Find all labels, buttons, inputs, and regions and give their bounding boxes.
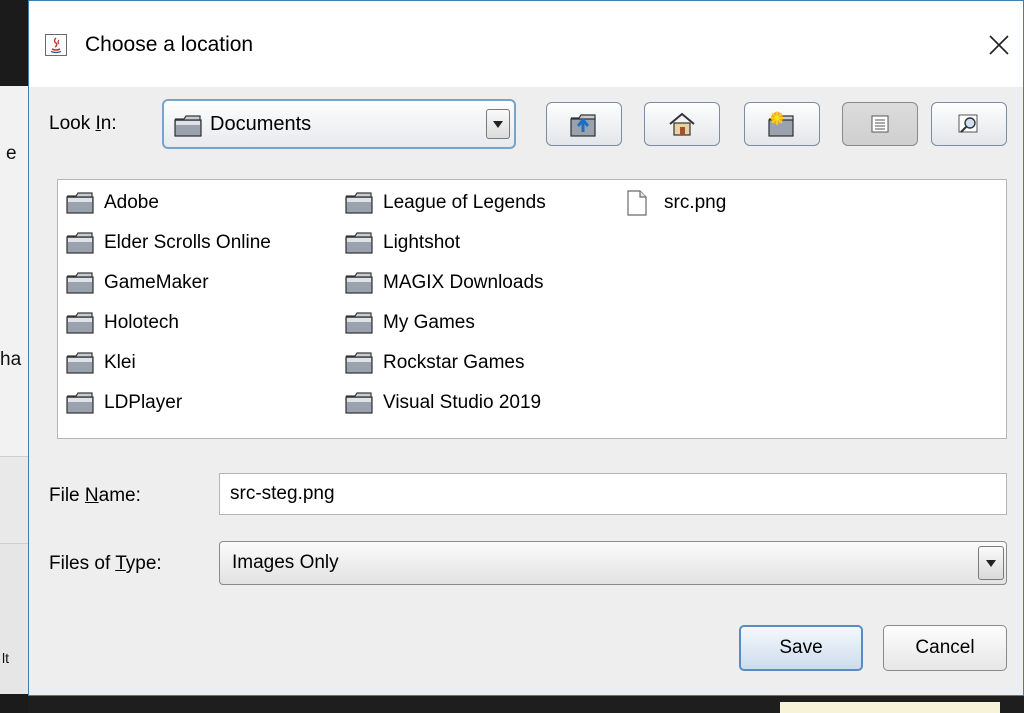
background-panel (0, 86, 28, 456)
background-panel (0, 543, 28, 694)
list-view-icon (871, 115, 889, 133)
close-button[interactable] (979, 25, 1019, 65)
folder-icon (66, 231, 96, 255)
folder-icon (66, 271, 96, 295)
background-text-fragment: ha (0, 349, 22, 370)
cancel-button[interactable]: Cancel (883, 625, 1007, 671)
folder-icon (66, 191, 96, 215)
folder-icon (66, 351, 96, 375)
file-list-item[interactable]: League of Legends (345, 188, 546, 218)
file-list-item[interactable]: My Games (345, 308, 475, 338)
home-icon (669, 112, 695, 136)
choose-location-dialog: Choose a location Look In: Documents Ado… (28, 0, 1024, 696)
file-list-item[interactable]: Adobe (66, 188, 159, 218)
file-list[interactable]: Adobe Elder Scrolls Online GameMaker Hol… (57, 179, 1007, 439)
folder-icon (345, 231, 375, 255)
file-name-label: File Name: (49, 485, 141, 506)
file-list-item[interactable]: Klei (66, 348, 136, 378)
details-view-button[interactable] (931, 102, 1007, 146)
details-view-icon (958, 114, 978, 133)
file-type-value: Images Only (232, 552, 339, 573)
file-list-item[interactable]: GameMaker (66, 268, 209, 298)
folder-icon (345, 311, 375, 335)
background-panel (0, 456, 28, 544)
up-one-level-button[interactable] (546, 102, 622, 146)
file-list-item[interactable]: Visual Studio 2019 (345, 388, 541, 418)
folder-icon (66, 311, 96, 335)
list-view-button[interactable] (842, 102, 918, 146)
file-list-item[interactable]: Lightshot (345, 228, 460, 258)
file-list-item[interactable]: MAGIX Downloads (345, 268, 544, 298)
up-folder-icon (570, 114, 596, 137)
file-list-item[interactable]: LDPlayer (66, 388, 182, 418)
folder-icon (345, 271, 375, 295)
look-in-label: Look In: (49, 113, 117, 134)
close-icon (989, 35, 1009, 55)
file-list-item[interactable]: Holotech (66, 308, 179, 338)
folder-icon (345, 351, 375, 375)
dialog-title: Choose a location (85, 33, 254, 56)
file-type-combo[interactable]: Images Only (219, 541, 1007, 585)
save-button[interactable]: Save (739, 625, 863, 671)
home-button[interactable] (644, 102, 720, 146)
file-type-label: Files of Type: (49, 553, 162, 574)
title-bar: Choose a location (29, 1, 1023, 87)
file-list-item[interactable]: Elder Scrolls Online (66, 228, 271, 258)
java-app-icon (45, 34, 67, 56)
background-strip (780, 702, 1000, 713)
look-in-combo[interactable]: Documents (162, 99, 516, 149)
file-list-item[interactable]: src.png (626, 188, 726, 218)
new-folder-button[interactable] (744, 102, 820, 146)
dialog-content: Look In: Documents Adobe Elder Scrolls O… (29, 87, 1023, 695)
background-text-fragment: lt (2, 650, 9, 666)
look-in-dropdown-button[interactable] (486, 109, 510, 139)
background-text-fragment: e (6, 143, 17, 164)
chevron-down-icon (493, 121, 503, 128)
folder-icon (174, 115, 202, 141)
folder-icon (345, 391, 375, 415)
file-type-dropdown-button[interactable] (978, 546, 1004, 580)
folder-icon (66, 391, 96, 415)
folder-icon (345, 191, 375, 215)
file-icon (626, 190, 656, 216)
new-folder-icon (768, 111, 794, 137)
look-in-value: Documents (210, 113, 312, 135)
file-list-item[interactable]: Rockstar Games (345, 348, 524, 378)
chevron-down-icon (986, 560, 996, 567)
file-name-input[interactable] (219, 473, 1007, 515)
